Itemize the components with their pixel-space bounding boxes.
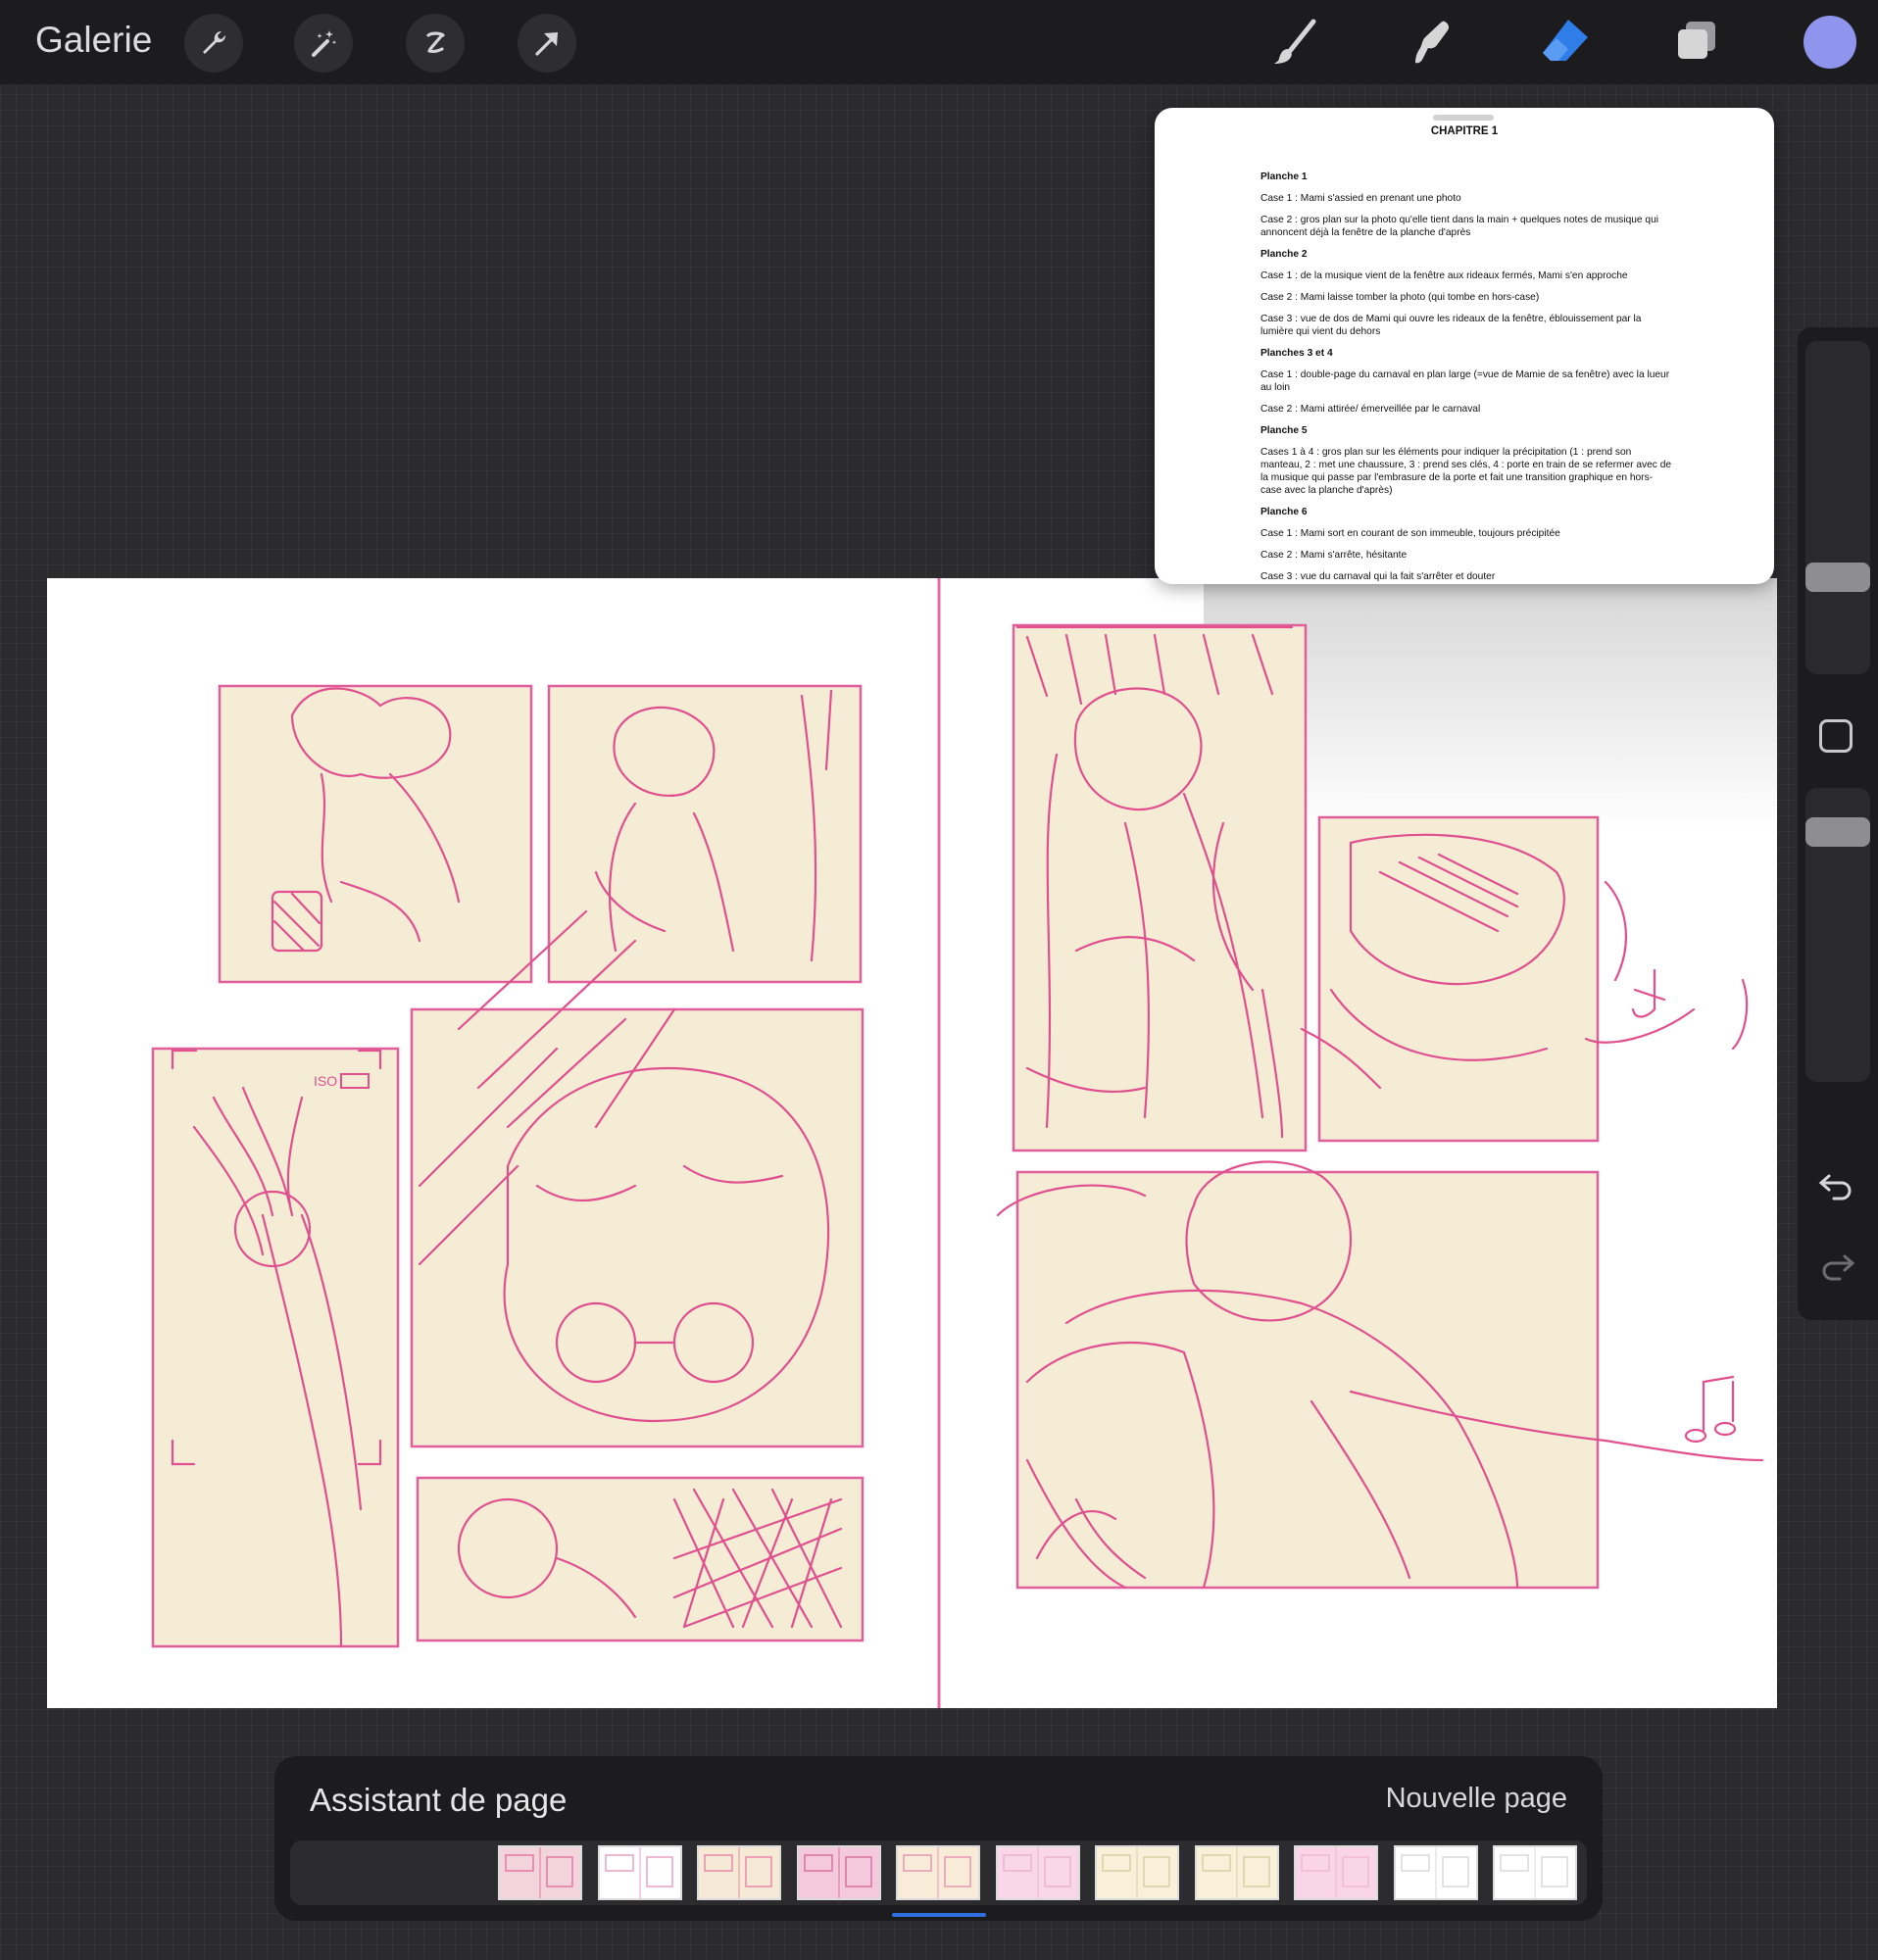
- color-picker-button[interactable]: [1804, 16, 1856, 69]
- reference-drag-handle[interactable]: [1433, 115, 1494, 121]
- selection-icon[interactable]: [406, 14, 465, 73]
- brush-icon[interactable]: [1266, 14, 1325, 73]
- layers-icon[interactable]: [1668, 14, 1727, 73]
- redo-icon[interactable]: [1817, 1250, 1856, 1284]
- new-page-button[interactable]: Nouvelle page: [1386, 1783, 1567, 1815]
- eraser-icon[interactable]: [1535, 14, 1594, 73]
- reference-window[interactable]: CHAPITRE 1 Planche 1 Case 1 : Mami s'ass…: [1155, 108, 1774, 584]
- planche-2-heading: Planche 2: [1260, 249, 1308, 260]
- top-toolbar: Galerie: [0, 0, 1878, 84]
- smudge-icon[interactable]: [1400, 14, 1458, 73]
- current-page-indicator: [892, 1913, 986, 1917]
- panel-1: [218, 684, 533, 984]
- panel-3: [151, 1047, 400, 1648]
- panel-4: [410, 1007, 865, 1448]
- brush-size-thumb[interactable]: [1805, 563, 1870, 592]
- page-thumbnail-1[interactable]: [498, 1845, 582, 1900]
- gallery-button[interactable]: Galerie: [35, 20, 152, 61]
- page-thumbnail-6[interactable]: [995, 1845, 1080, 1900]
- page-assistant-panel: Assistant de page Nouvelle page: [274, 1756, 1603, 1921]
- page-assistant-title: Assistant de page: [310, 1782, 568, 1818]
- page-thumbnail-2[interactable]: [597, 1845, 682, 1900]
- transform-arrow-icon[interactable]: [518, 14, 576, 73]
- undo-icon[interactable]: [1817, 1170, 1856, 1203]
- planche-1-case-2: Case 2 : gros plan sur la photo qu'elle …: [1260, 215, 1659, 238]
- page-thumbnail-4[interactable]: [796, 1845, 881, 1900]
- planche-34-case-2: Case 2 : Mami attirée/ émerveillée par l…: [1260, 404, 1481, 415]
- planche-6-case-2: Case 2 : Mami s'arrête, hésitante: [1260, 550, 1408, 561]
- planche-5-heading: Planche 5: [1260, 425, 1308, 436]
- wrench-icon[interactable]: [184, 14, 243, 73]
- magic-wand-icon[interactable]: [294, 14, 353, 73]
- page-thumbnail-5[interactable]: [896, 1845, 980, 1900]
- drawing-canvas[interactable]: ISO: [47, 578, 1777, 1708]
- camera-hud-text: ISO: [314, 1073, 337, 1089]
- reference-title: CHAPITRE 1: [1430, 125, 1499, 137]
- planche-6-heading: Planche 6: [1260, 507, 1308, 517]
- page-thumbnail-9[interactable]: [1294, 1845, 1378, 1900]
- panel-7: [1317, 815, 1600, 1143]
- brush-size-slider[interactable]: [1805, 341, 1870, 674]
- planche-34-case-1: Case 1 : double-page du carnaval en plan…: [1260, 369, 1670, 393]
- panel-6: [1012, 623, 1308, 1152]
- sidebar: [1798, 327, 1878, 1320]
- page-thumbnail-10[interactable]: [1393, 1845, 1478, 1900]
- planche-1-case-1: Case 1 : Mami s'assied en prenant une ph…: [1260, 193, 1461, 204]
- planche-6-case-3: Case 3 : vue du carnaval qui la fait s'a…: [1260, 571, 1496, 582]
- planche-2-case-3: Case 3 : vue de dos de Mami qui ouvre le…: [1260, 314, 1642, 337]
- storyboard-sketch: ISO: [151, 578, 1777, 1708]
- planche-6-case-1: Case 1 : Mami sort en courant de son imm…: [1260, 528, 1560, 539]
- planche-5-cases: Cases 1 à 4 : gros plan sur les éléments…: [1260, 447, 1672, 496]
- planche-2-case-2: Case 2 : Mami laisse tomber la photo (qu…: [1260, 292, 1540, 303]
- opacity-thumb[interactable]: [1805, 817, 1870, 847]
- page-thumbnail-3[interactable]: [697, 1845, 781, 1900]
- planche-2-case-1: Case 1 : de la musique vient de la fenêt…: [1260, 270, 1628, 281]
- panel-8: [1015, 1170, 1600, 1590]
- page-thumbnail-8[interactable]: [1194, 1845, 1279, 1900]
- reference-text: Planche 1 Case 1 : Mami s'assied en pren…: [1260, 171, 1672, 584]
- planche-1-heading: Planche 1: [1260, 172, 1308, 182]
- modify-button[interactable]: [1819, 719, 1853, 753]
- page-thumbnail-7[interactable]: [1095, 1845, 1179, 1900]
- page-thumbnail-11[interactable]: [1493, 1845, 1577, 1900]
- planche-34-heading: Planches 3 et 4: [1260, 348, 1333, 359]
